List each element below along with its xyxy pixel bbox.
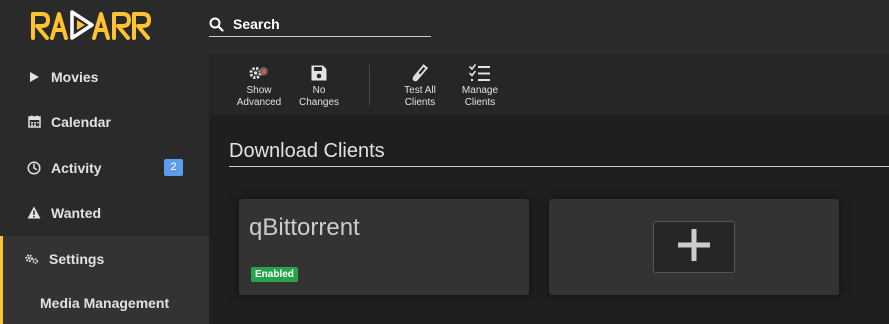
warning-icon [27, 206, 41, 220]
tool-label-line1: Show [246, 85, 272, 96]
tool-label-line1: No [312, 85, 326, 96]
radarr-logo[interactable] [30, 9, 156, 46]
sidebar-item-movies[interactable]: Movies [0, 54, 209, 99]
search-box [209, 13, 431, 37]
tool-label-line1: Test All [404, 85, 436, 96]
plus-icon [676, 227, 712, 268]
checklist-icon [469, 62, 491, 84]
search-input[interactable] [233, 13, 431, 35]
sidebar-item-label: Settings [49, 250, 105, 267]
test-tube-icon [409, 62, 431, 84]
show-advanced-button[interactable]: Show Advanced [233, 62, 285, 109]
logo-mark [31, 10, 151, 40]
activity-count-badge: 2 [164, 159, 183, 176]
app-window: Movies Calendar [0, 0, 889, 324]
sidebar-item-calendar[interactable]: Calendar [0, 99, 209, 144]
client-name: qBittorrent [249, 214, 360, 241]
gears-icon [25, 252, 39, 266]
page-toolbar: Show Advanced No Changes Test All Client… [209, 54, 889, 115]
manage-clients-button[interactable]: Manage Clients [455, 62, 505, 109]
test-all-clients-button[interactable]: Test All Clients [396, 62, 444, 109]
sidebar-item-label: Calendar [51, 113, 111, 130]
header-bar [0, 0, 889, 54]
status-badge: Enabled [251, 267, 298, 282]
page-title: Download Clients [229, 140, 385, 162]
sidebar-item-label: Movies [51, 68, 99, 85]
sidebar-item-settings[interactable]: Settings [0, 236, 209, 281]
add-client-button[interactable] [653, 221, 735, 273]
floppy-disk-icon [308, 62, 330, 84]
sidebar-item-wanted[interactable]: Wanted [0, 190, 209, 235]
tool-label-line2: Clients [404, 97, 436, 108]
sidebar-item-activity[interactable]: Activity 2 [0, 145, 209, 190]
toolbar-separator [369, 65, 370, 105]
sidebar-item-label: Media Management [40, 294, 170, 311]
calendar-icon [27, 115, 41, 129]
save-button[interactable]: No Changes [295, 62, 343, 109]
clock-icon [27, 160, 41, 175]
search-icon [209, 17, 224, 37]
tool-label-line1: Manage [461, 85, 499, 96]
sidebar-item-label: Activity [51, 159, 102, 176]
tool-label-line2: Advanced [236, 97, 282, 108]
sidebar-item-media-management[interactable]: Media Management [0, 281, 209, 324]
title-divider [229, 166, 889, 167]
sidebar-item-label: Wanted [51, 204, 102, 221]
tool-label-line2: Changes [298, 97, 340, 108]
sidebar: Movies Calendar Activity 2 Wanted Settin… [0, 54, 209, 324]
gear-advanced-icon [248, 62, 270, 84]
download-client-card[interactable]: qBittorrent Enabled [239, 199, 529, 295]
add-download-client-card[interactable] [549, 199, 839, 295]
tool-label-line2: Clients [464, 97, 496, 108]
play-icon [27, 70, 41, 84]
